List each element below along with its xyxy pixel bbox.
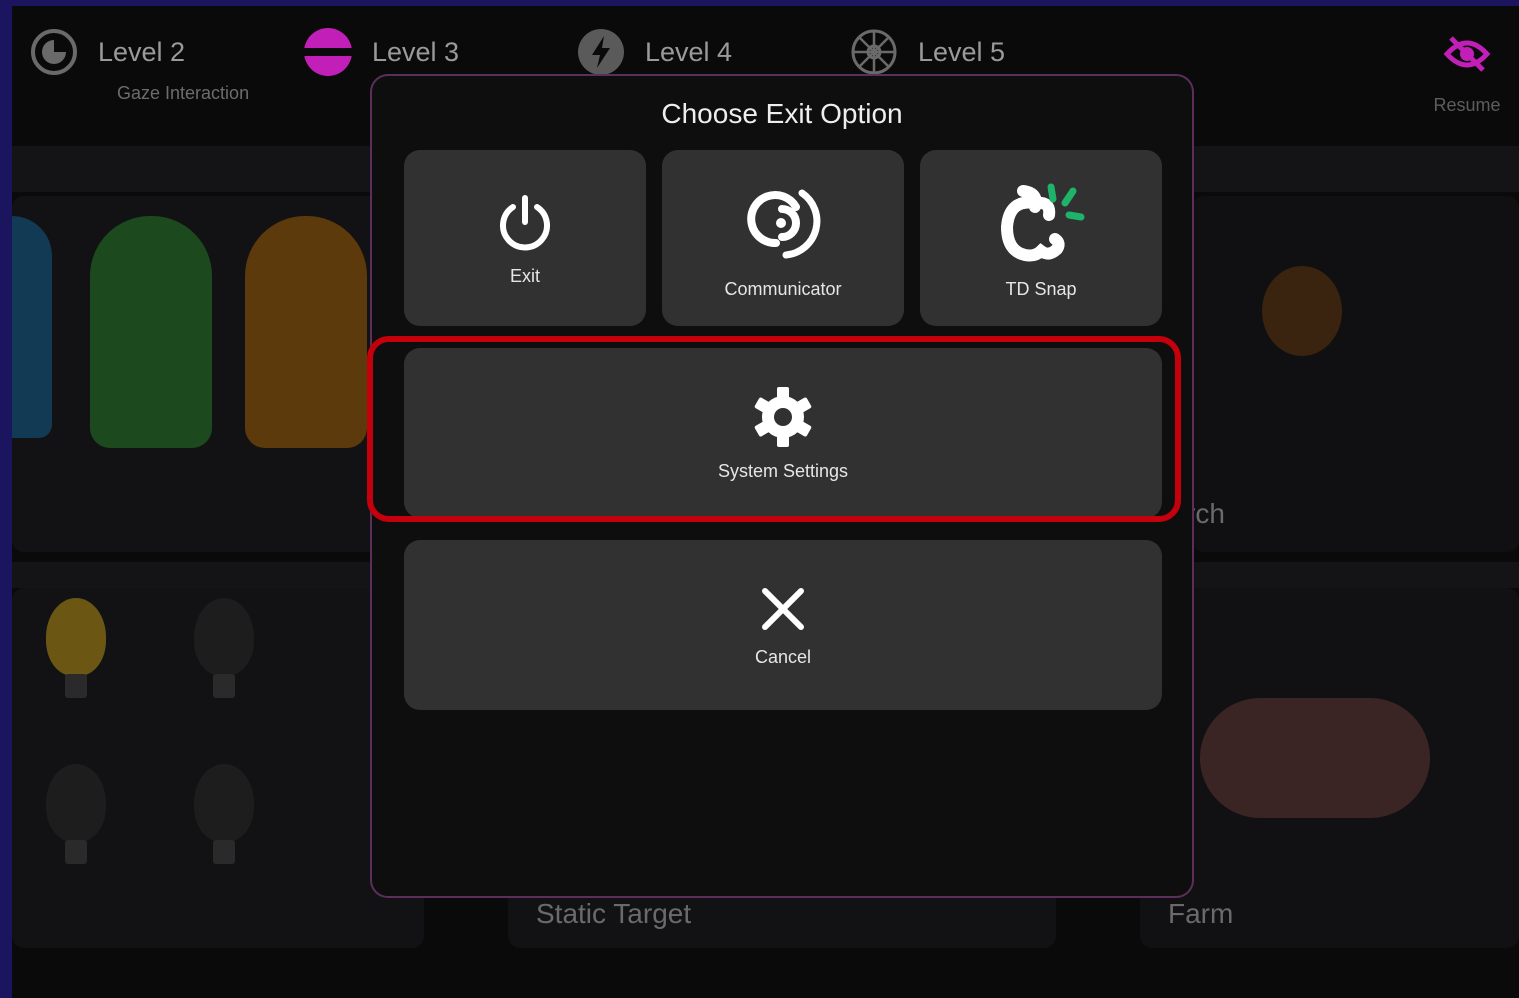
lit-bulb <box>46 598 106 676</box>
system-settings-label: System Settings <box>717 460 849 481</box>
bulb <box>194 764 254 842</box>
bulb-base <box>65 674 87 698</box>
lightning-icon <box>578 29 624 75</box>
bulb-base <box>213 840 235 864</box>
exit-button[interactable]: Exit <box>404 150 646 326</box>
td-snap-icon <box>1000 183 1085 261</box>
dialog-title: Choose Exit Option <box>661 98 903 129</box>
level-title: Level 5 <box>918 37 1006 67</box>
green-character <box>90 216 212 448</box>
card-label: Static Target <box>536 898 692 929</box>
pig-silhouette <box>1200 698 1430 818</box>
resume-button[interactable]: Resume <box>1422 34 1512 116</box>
close-icon <box>762 587 804 630</box>
exit-options-dialog: Choose Exit Option Exit Communicator TD … <box>370 74 1194 898</box>
card-label: rch <box>1192 498 1225 529</box>
exit-label: Exit <box>509 265 540 286</box>
level-title: Level 3 <box>372 37 460 67</box>
gear-icon <box>754 386 812 447</box>
bulb <box>46 764 106 842</box>
card-label: Farm <box>1168 898 1234 929</box>
communicator-button[interactable]: Communicator <box>662 150 904 326</box>
communicator-icon <box>747 189 821 258</box>
level-3-tab[interactable]: Level 3 <box>304 28 459 76</box>
game-card-search[interactable]: rch <box>1192 196 1519 552</box>
wheel-icon <box>851 29 897 75</box>
game-card-lightbulbs[interactable] <box>12 588 424 948</box>
system-settings-button[interactable]: System Settings <box>404 348 1162 518</box>
level-5-tab[interactable]: Level 5 <box>850 28 1005 76</box>
level-title: Level 2 <box>98 37 186 67</box>
app-screen: Level 2 Gaze Interaction Level 3 Level 4… <box>12 6 1519 998</box>
power-icon <box>500 194 550 250</box>
cancel-button[interactable]: Cancel <box>404 540 1162 710</box>
level-title: Level 4 <box>645 37 733 67</box>
communicator-label: Communicator <box>724 278 842 299</box>
bulb-base <box>65 840 87 864</box>
eye-slash-icon <box>1443 36 1491 72</box>
bulb <box>194 598 254 676</box>
yellow-character <box>245 216 367 448</box>
level-4-tab[interactable]: Level 4 <box>577 28 732 76</box>
resume-label: Resume <box>1433 95 1501 115</box>
td-snap-label: TD Snap <box>1005 278 1077 299</box>
bulb-base <box>213 674 235 698</box>
magenta-disc-icon <box>304 28 352 76</box>
cancel-label: Cancel <box>754 646 812 667</box>
game-card-characters[interactable] <box>12 196 432 552</box>
gaze-circle-icon <box>31 29 77 75</box>
level-2-tab[interactable]: Level 2 Gaze Interaction <box>30 28 249 103</box>
level-subtitle: Gaze Interaction <box>117 83 250 103</box>
fox-glow <box>1262 266 1342 356</box>
blue-character <box>12 216 52 438</box>
game-card-farm[interactable]: Farm <box>1140 588 1519 948</box>
td-snap-button[interactable]: TD Snap <box>920 150 1162 326</box>
